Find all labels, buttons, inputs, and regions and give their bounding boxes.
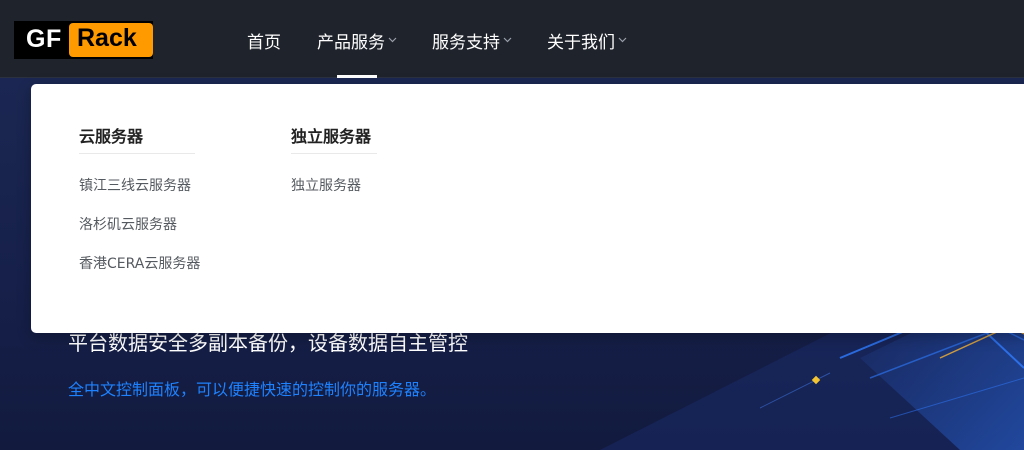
logo-text-rack: Rack — [77, 24, 137, 52]
logo-rack-badge: Rack — [69, 23, 153, 57]
menu-column-divider — [79, 153, 195, 154]
nav-item-about[interactable]: 关于我们 — [547, 28, 627, 53]
menu-column-title: 独立服务器 — [291, 127, 372, 146]
top-header: GF Rack 首页 产品服务 服务支持 关于我们 — [0, 0, 1024, 78]
nav-item-home[interactable]: 首页 — [247, 28, 281, 53]
nav-label-home: 首页 — [247, 32, 281, 53]
chevron-down-icon — [388, 37, 397, 43]
brand-logo[interactable]: GF Rack — [14, 21, 153, 59]
chevron-down-icon — [618, 37, 627, 43]
hero-subline: 全中文控制面板，可以便捷快速的控制你的服务器。 — [68, 380, 437, 399]
menu-link-hk-cera-cloud[interactable]: 香港CERA云服务器 — [79, 253, 200, 273]
menu-link-dedicated-server[interactable]: 独立服务器 — [291, 175, 361, 195]
menu-column-divider — [291, 153, 377, 154]
chevron-down-icon — [503, 37, 512, 43]
menu-column-title: 云服务器 — [79, 127, 144, 146]
nav-label-about: 关于我们 — [547, 32, 615, 53]
menu-link-zhenjiang-cloud[interactable]: 镇江三线云服务器 — [79, 175, 191, 195]
nav-item-support[interactable]: 服务支持 — [432, 28, 512, 53]
menu-link-la-cloud[interactable]: 洛杉矶云服务器 — [79, 214, 177, 234]
nav-item-products[interactable]: 产品服务 — [317, 28, 397, 53]
nav-label-products: 产品服务 — [317, 32, 385, 53]
products-dropdown-menu: 云服务器 镇江三线云服务器 洛杉矶云服务器 香港CERA云服务器 独立服务器 独… — [31, 84, 1024, 333]
nav-label-support: 服务支持 — [432, 32, 500, 53]
active-nav-indicator — [337, 75, 377, 78]
logo-text-gf: GF — [26, 25, 62, 53]
